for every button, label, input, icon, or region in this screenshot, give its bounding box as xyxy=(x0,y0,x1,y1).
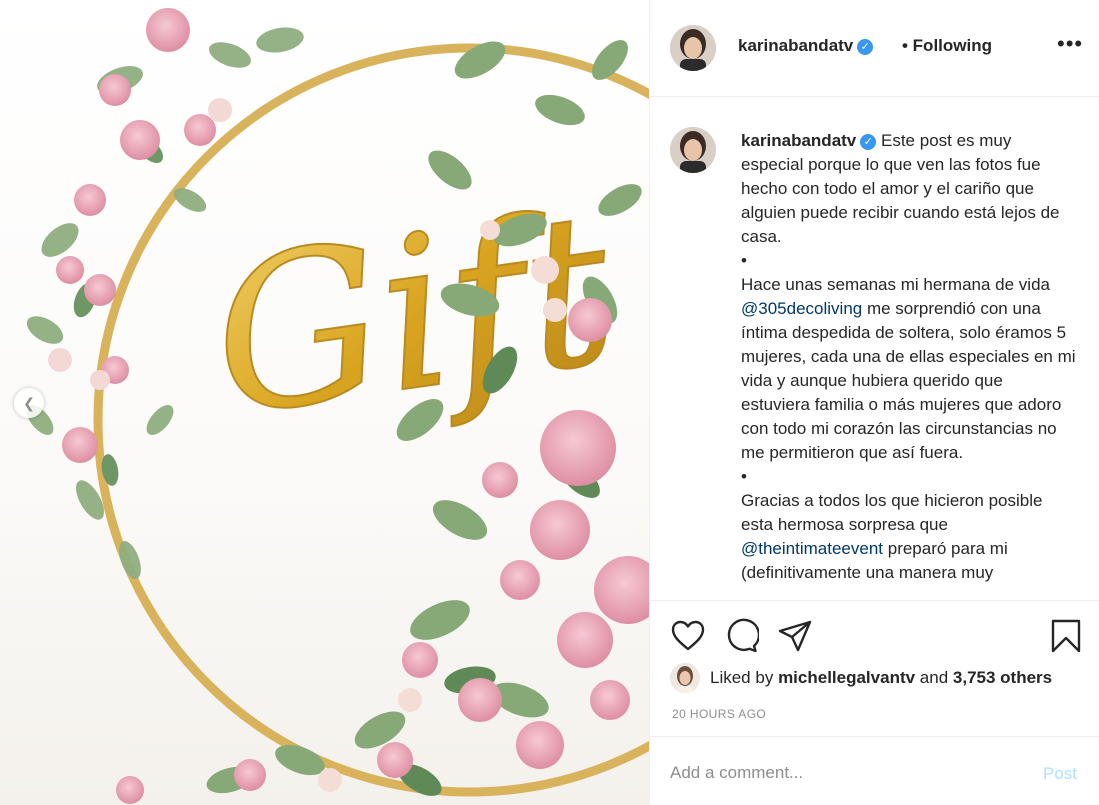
caption-paragraph-3-start: Gracias a todos los que hicieron posible… xyxy=(741,491,1043,534)
likes-prefix: Liked by xyxy=(710,668,774,687)
post-actions: Liked by michellegalvantv and 3,753 othe… xyxy=(650,600,1099,735)
likes-summary: Liked by michellegalvantv and 3,753 othe… xyxy=(670,663,1052,693)
likes-middle: and xyxy=(915,668,953,687)
comments-scroll-area[interactable]: karinabandatv ✓ Este post es muy especial… xyxy=(650,98,1099,600)
post-comment-button[interactable]: Post xyxy=(1043,764,1077,784)
post-sidebar: karinabandatv ✓ • Following ••• karinaban… xyxy=(649,0,1099,805)
post-header: karinabandatv ✓ • Following ••• xyxy=(650,0,1099,97)
mention-link-305decoliving[interactable]: @305decoliving xyxy=(741,299,862,318)
more-options-icon[interactable]: ••• xyxy=(1057,33,1083,55)
like-heart-icon[interactable] xyxy=(670,618,706,654)
likes-count[interactable]: 3,753 others xyxy=(953,668,1052,688)
author-avatar[interactable] xyxy=(670,25,716,71)
add-comment-input[interactable] xyxy=(670,759,1030,787)
caption-bullet-2: • xyxy=(741,467,747,486)
author-username-text[interactable]: karinabandatv xyxy=(738,36,853,55)
photo-artwork: Gift xyxy=(26,8,649,804)
caption-paragraph-2-end: me sorprendió con una íntima despedida d… xyxy=(741,299,1076,462)
caption-username[interactable]: karinabandatv xyxy=(741,131,856,150)
post-caption: karinabandatv ✓ Este post es muy especial… xyxy=(741,129,1076,585)
author-username[interactable]: karinabandatv ✓ xyxy=(738,36,874,56)
post-photo[interactable]: Gift ❮ xyxy=(0,0,649,805)
comment-bubble-icon[interactable] xyxy=(723,618,761,654)
chevron-left-icon: ❮ xyxy=(23,394,35,411)
previous-photo-button[interactable]: ❮ xyxy=(14,388,44,418)
caption-author-avatar[interactable] xyxy=(670,127,716,173)
add-comment-bar: Post xyxy=(650,736,1099,805)
verified-badge-icon: ✓ xyxy=(857,39,874,55)
liker-username[interactable]: michellegalvantv xyxy=(778,668,915,688)
caption-bullet-1: • xyxy=(741,251,747,270)
caption-paragraph-2-start: Hace unas semanas mi hermana de vida xyxy=(741,275,1050,294)
caption-verified-badge-icon: ✓ xyxy=(860,134,877,150)
share-send-icon[interactable] xyxy=(777,618,813,654)
save-bookmark-icon[interactable] xyxy=(1048,618,1084,654)
mention-link-theintimateevent[interactable]: @theintimateevent xyxy=(741,539,883,558)
post-timestamp[interactable]: 20 HOURS AGO xyxy=(672,707,766,721)
following-status[interactable]: • Following xyxy=(902,36,992,56)
liker-avatar[interactable] xyxy=(670,663,700,693)
